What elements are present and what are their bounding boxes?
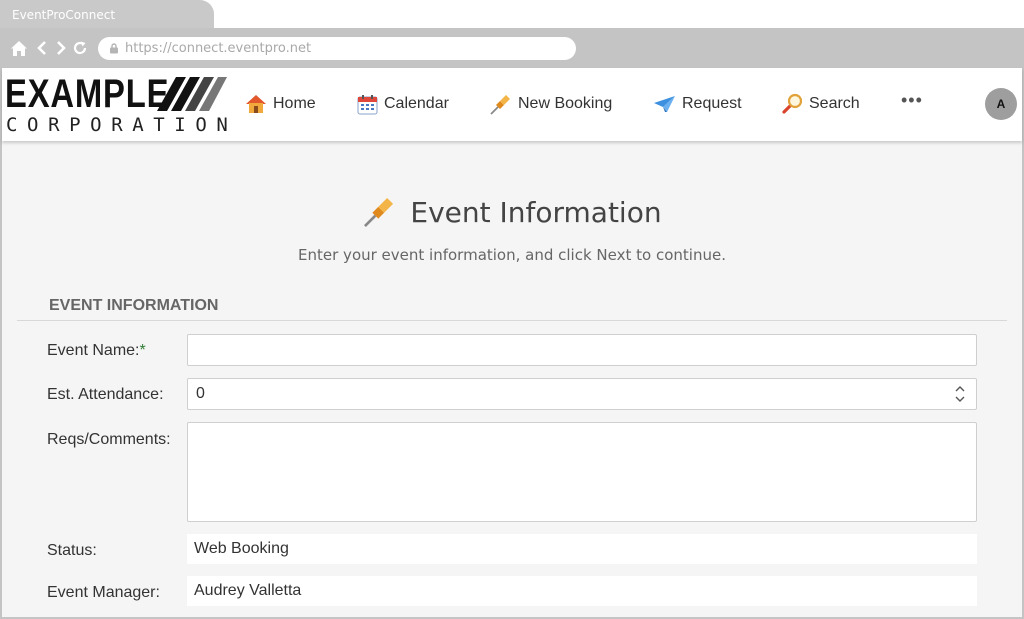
- company-logo[interactable]: EXAMPLE CORPORATION: [5, 72, 228, 136]
- comments-textarea[interactable]: [187, 422, 977, 522]
- magnifier-icon: [782, 93, 803, 114]
- section-title: EVENT INFORMATION: [49, 297, 219, 314]
- home-icon[interactable]: [10, 40, 28, 57]
- reload-icon[interactable]: [72, 40, 88, 56]
- page-title: Event Information: [2, 195, 1022, 236]
- calendar-icon: [357, 94, 378, 114]
- status-value: Web Booking: [187, 534, 977, 564]
- page-title-text: Event Information: [410, 195, 662, 229]
- house-icon: [246, 95, 266, 113]
- browser-chrome: EventProConnect https://connect.eventpro…: [0, 0, 1024, 68]
- nav-request[interactable]: Request: [653, 92, 742, 116]
- logo-wordmark-top: EXAMPLE: [5, 72, 170, 116]
- nav-new-booking-label: New Booking: [518, 95, 613, 112]
- manager-value: Audrey Valletta: [187, 576, 977, 606]
- nav-home[interactable]: Home: [245, 92, 316, 116]
- logo-wordmark-bottom: CORPORATION: [6, 114, 238, 136]
- comments-label: Reqs/Comments:: [47, 431, 171, 448]
- nav-search-label: Search: [809, 95, 860, 112]
- app-header: EXAMPLE CORPORATION Home Calendar New Bo…: [2, 68, 1022, 141]
- pushpin-icon: [490, 94, 510, 115]
- nav-new-booking[interactable]: New Booking: [489, 92, 612, 116]
- forward-arrow-icon[interactable]: [53, 40, 69, 56]
- event-name-input[interactable]: [187, 334, 977, 366]
- address-url: https://connect.eventpro.net: [125, 41, 312, 56]
- browser-tab-title: EventProConnect: [12, 8, 116, 22]
- nav-calendar[interactable]: Calendar: [357, 92, 449, 116]
- nav-search[interactable]: Search: [781, 92, 860, 116]
- more-menu-icon[interactable]: •••: [901, 90, 923, 111]
- section-divider: [17, 320, 1007, 321]
- attendance-label: Est. Attendance:: [47, 386, 164, 403]
- attendance-stepper-icon[interactable]: [953, 382, 967, 406]
- page-subtitle: Enter your event information, and click …: [298, 246, 726, 264]
- event-name-label-text: Event Name:: [47, 342, 140, 359]
- lock-icon: [110, 43, 118, 54]
- nav-home-label: Home: [273, 95, 316, 112]
- nav-calendar-label: Calendar: [384, 95, 449, 112]
- page-viewport: EXAMPLE CORPORATION Home Calendar New Bo…: [0, 68, 1024, 619]
- user-avatar[interactable]: A: [985, 88, 1017, 120]
- back-arrow-icon[interactable]: [35, 40, 51, 56]
- nav-request-label: Request: [682, 95, 742, 112]
- pushpin-icon: [364, 197, 394, 227]
- attendance-input[interactable]: [187, 378, 977, 410]
- manager-label: Event Manager:: [47, 584, 160, 601]
- browser-tab[interactable]: EventProConnect: [0, 0, 214, 29]
- status-label: Status:: [47, 542, 97, 559]
- browser-toolbar: https://connect.eventpro.net: [0, 28, 1024, 68]
- logo-stripes-icon: [157, 77, 227, 111]
- address-bar[interactable]: https://connect.eventpro.net: [98, 37, 576, 60]
- required-asterisk: *: [139, 342, 146, 359]
- paper-plane-icon: [654, 96, 675, 112]
- event-name-label: Event Name:*: [47, 342, 146, 360]
